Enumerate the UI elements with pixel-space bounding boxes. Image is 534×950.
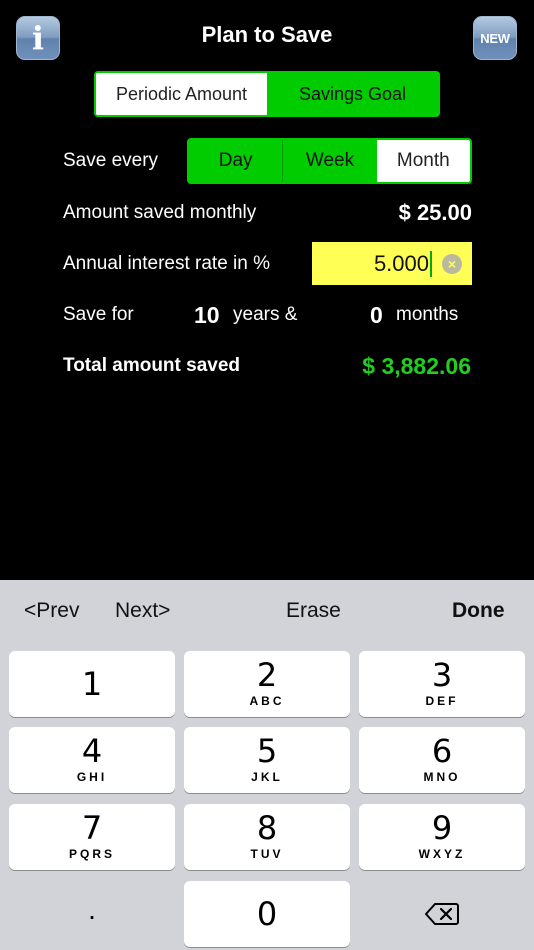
years-value[interactable]: 10: [194, 302, 220, 329]
prev-button[interactable]: <Prev: [24, 599, 79, 623]
key-3[interactable]: 3 DEF: [359, 651, 525, 717]
frequency-month[interactable]: Month: [376, 140, 470, 182]
backspace-key[interactable]: [359, 881, 525, 947]
done-button[interactable]: Done: [452, 599, 505, 623]
key-7[interactable]: 7 PQRS: [9, 804, 175, 870]
years-label: years &: [233, 304, 298, 325]
months-value[interactable]: 0: [370, 302, 383, 329]
text-caret: [430, 250, 432, 277]
frequency-day[interactable]: Day: [189, 140, 284, 182]
key-0[interactable]: 0: [184, 881, 350, 947]
save-for-label: Save for: [63, 304, 134, 325]
total-label: Total amount saved: [63, 355, 241, 376]
frequency-week[interactable]: Week: [283, 140, 377, 182]
clear-icon[interactable]: ×: [442, 254, 462, 274]
mode-segmented-control: Periodic Amount Savings Goal: [94, 71, 440, 117]
numeric-keypad: 1 2 ABC 3 DEF 4 GHI 5 JKL 6 MNO 7 PQRS 8…: [0, 642, 534, 950]
total-value: $ 3,882.06: [362, 353, 471, 379]
next-button[interactable]: Next>: [115, 599, 170, 623]
interest-rate-value: 5.000: [373, 250, 429, 276]
key-1[interactable]: 1: [9, 651, 175, 717]
months-label: months: [396, 304, 459, 325]
tab-periodic-amount[interactable]: Periodic Amount: [96, 73, 267, 115]
key-5[interactable]: 5 JKL: [184, 727, 350, 793]
amount-value[interactable]: $ 25.00: [399, 200, 472, 226]
key-8[interactable]: 8 TUV: [184, 804, 350, 870]
erase-button[interactable]: Erase: [286, 599, 341, 623]
key-9[interactable]: 9 WXYZ: [359, 804, 525, 870]
amount-label: Amount saved monthly: [63, 202, 257, 223]
key-6[interactable]: 6 MNO: [359, 727, 525, 793]
page-title: Plan to Save: [201, 22, 333, 47]
interest-rate-label: Annual interest rate in %: [63, 253, 271, 274]
backspace-icon: [425, 903, 459, 925]
keyboard-toolbar: <Prev Next> Erase Done: [0, 580, 534, 642]
tab-savings-goal[interactable]: Savings Goal: [267, 73, 438, 115]
frequency-segmented-control: Day Week Month: [187, 138, 472, 184]
key-4[interactable]: 4 GHI: [9, 727, 175, 793]
key-decimal-point[interactable]: .: [9, 881, 175, 947]
key-2[interactable]: 2 ABC: [184, 651, 350, 717]
new-button[interactable]: NEW: [473, 16, 517, 60]
save-every-label: Save every: [63, 150, 159, 171]
interest-rate-input[interactable]: 5.000 ×: [312, 242, 472, 285]
